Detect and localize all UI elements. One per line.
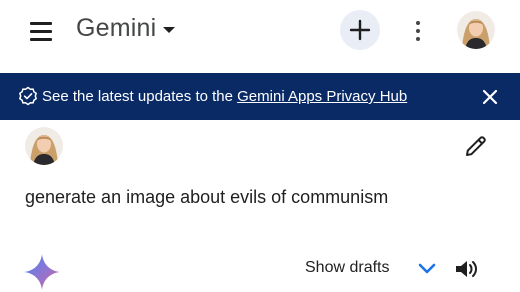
chevron-down-icon[interactable]	[415, 259, 439, 279]
new-chat-button[interactable]	[340, 10, 380, 50]
account-avatar[interactable]	[457, 11, 495, 49]
user-prompt-text: generate an image about evils of communi…	[25, 187, 389, 207]
speaker-icon[interactable]	[452, 255, 480, 283]
gemini-sparkle-icon	[24, 254, 60, 290]
edit-pencil-icon[interactable]	[462, 132, 490, 160]
verified-check-icon	[19, 86, 37, 106]
privacy-banner: See the latest updates to the Gemini App…	[0, 73, 520, 120]
chevron-down-icon[interactable]	[163, 27, 175, 33]
banner-text: See the latest updates to the	[42, 88, 238, 105]
banner-message: See the latest updates to the Gemini App…	[42, 88, 407, 105]
close-icon[interactable]	[480, 87, 500, 107]
app-title[interactable]: Gemini	[76, 14, 156, 43]
user-avatar	[25, 127, 63, 165]
top-app-bar: Gemini	[0, 0, 520, 62]
menu-icon[interactable]	[28, 20, 54, 42]
show-drafts-button[interactable]: Show drafts	[305, 259, 389, 277]
plus-icon	[349, 19, 371, 41]
more-vert-icon[interactable]	[405, 14, 431, 48]
privacy-hub-link[interactable]: Gemini Apps Privacy Hub	[237, 88, 407, 105]
